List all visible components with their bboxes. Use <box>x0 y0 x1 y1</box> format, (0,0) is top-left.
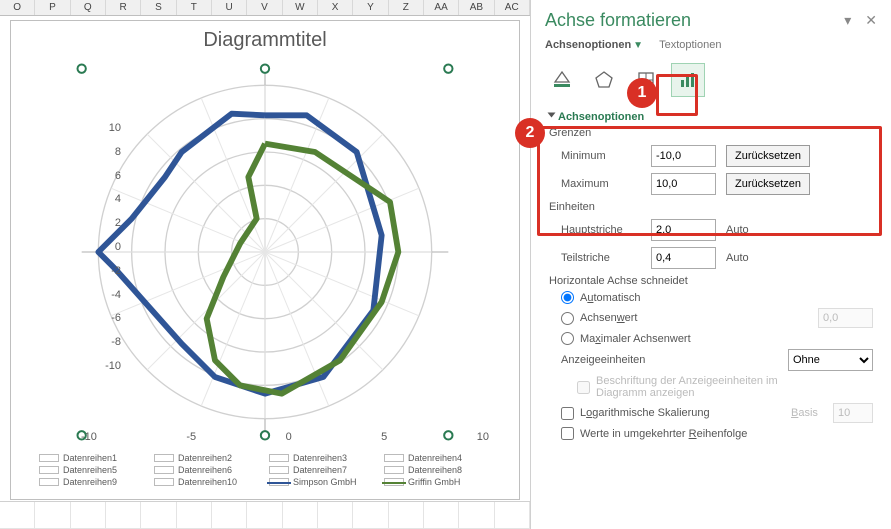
label-maximum: Maximum <box>561 178 641 190</box>
worksheet-cells-bottom[interactable] <box>0 501 530 529</box>
pane-title: Achse formatieren <box>545 10 691 31</box>
select-anzeigeeinheiten[interactable]: Ohne <box>788 349 873 371</box>
tab-textoptionen[interactable]: Textoptionen <box>659 37 721 53</box>
pane-dropdown-icon[interactable]: ▾ <box>844 12 851 29</box>
chart-title: Diagrammtitel <box>11 29 519 52</box>
check-beschriftung: Beschriftung der Anzeigeeinheiten im Dia… <box>577 375 873 399</box>
pane-close-icon[interactable]: ✕ <box>865 12 877 29</box>
reset-minimum-button[interactable]: Zurücksetzen <box>726 145 810 167</box>
check-log-skalierung[interactable]: Logarithmische SkalierungBasis <box>561 403 873 423</box>
fill-line-icon[interactable] <box>545 63 579 97</box>
input-hauptstriche[interactable] <box>651 219 716 241</box>
label-anzeigeeinheiten: Anzeigeeinheiten <box>561 354 671 366</box>
section-achsenoptionen[interactable]: Achsenoptionen <box>549 111 873 123</box>
label-teilstriche: Teilstriche <box>561 252 641 264</box>
radio-automatisch[interactable]: Automatisch <box>561 291 873 304</box>
label-auto-haupt: Auto <box>726 224 749 236</box>
label-grenzen: Grenzen <box>549 127 873 139</box>
chart-legend: Datenreihen1Datenreihen2Datenreihen3Date… <box>11 452 519 498</box>
input-maximum[interactable] <box>651 173 716 195</box>
reset-maximum-button[interactable]: Zurücksetzen <box>726 173 810 195</box>
check-werte-umkehr[interactable]: Werte in umgekehrter Reihenfolge <box>561 427 873 440</box>
input-teilstriche[interactable] <box>651 247 716 269</box>
label-minimum: Minimum <box>561 150 641 162</box>
tab-achsenoptionen[interactable]: Achsenoptionen▼ <box>545 37 643 53</box>
label-auto-teil: Auto <box>726 252 749 264</box>
label-hauptstriche: Hauptstriche <box>561 224 641 236</box>
input-minimum[interactable] <box>651 145 716 167</box>
format-axis-pane: Achse formatieren ▾ ✕ Achsenoptionen▼ Te… <box>530 0 891 529</box>
radar-chart <box>11 52 519 452</box>
size-properties-icon[interactable] <box>629 63 663 97</box>
radio-achsenwert[interactable]: Achsenwert <box>561 308 873 328</box>
column-headers[interactable]: OPQRSTUVWXYZAAABAC <box>0 0 530 16</box>
axis-options-icon[interactable] <box>671 63 705 97</box>
chart-object[interactable]: Diagrammtitel 1086420-2-4-6-8-10 -10-505… <box>10 20 520 500</box>
radio-maxachsenwert[interactable]: Maximaler Achsenwert <box>561 332 873 345</box>
label-einheiten: Einheiten <box>549 201 873 213</box>
effects-icon[interactable] <box>587 63 621 97</box>
label-hachse: Horizontale Achse schneidet <box>549 275 873 287</box>
